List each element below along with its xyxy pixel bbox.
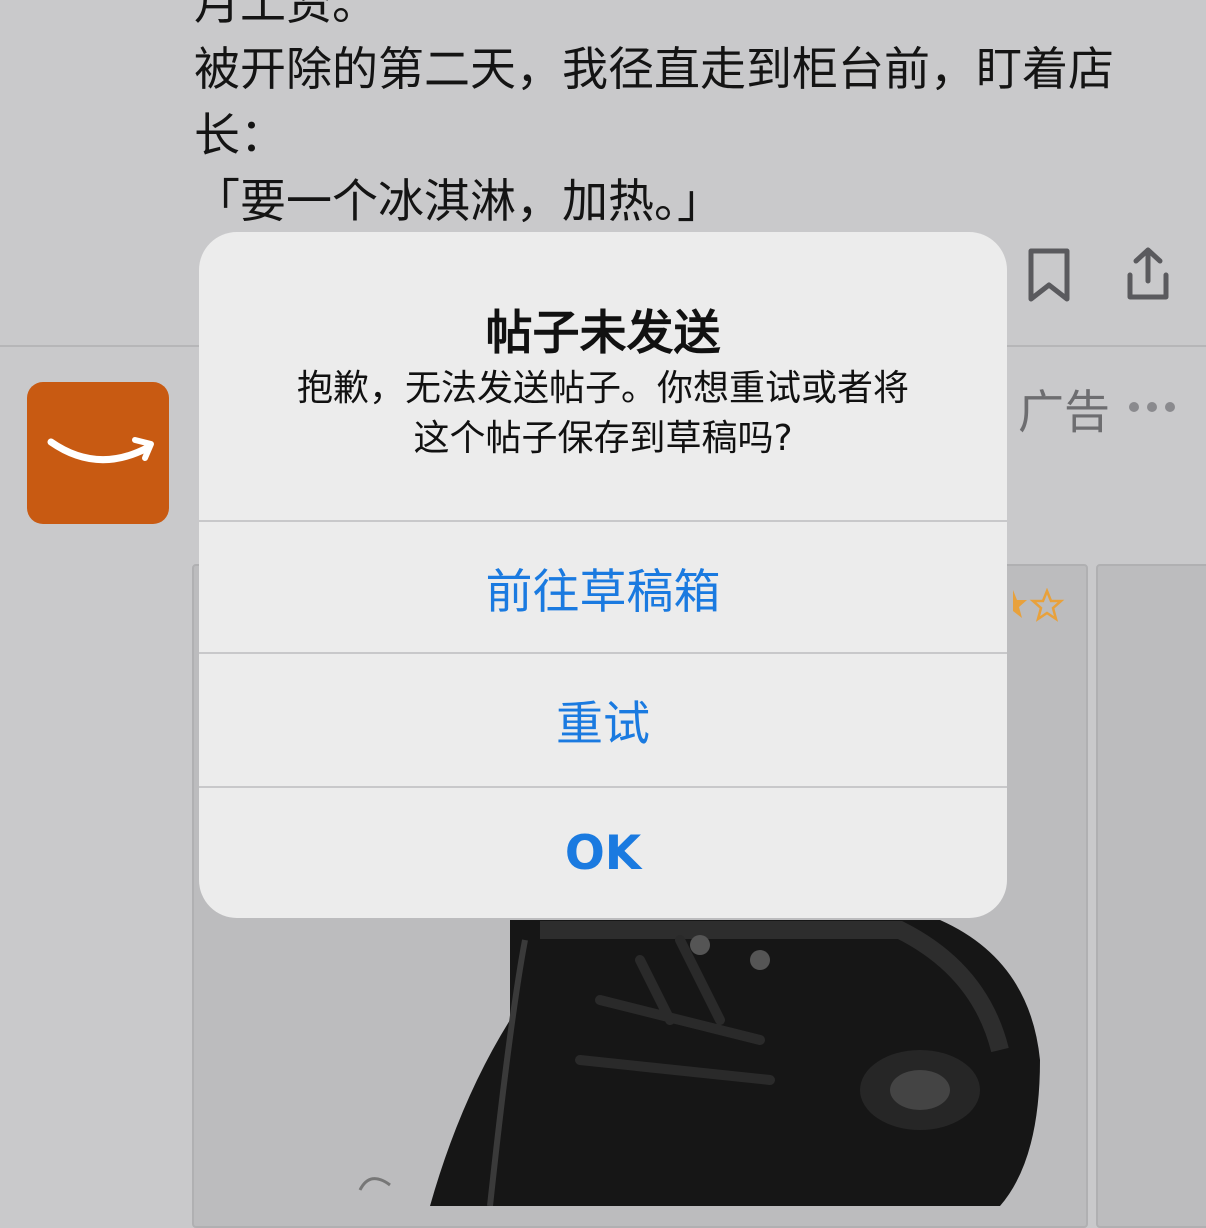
retry-button[interactable]: 重试 (199, 652, 1007, 784)
go-to-drafts-button[interactable]: 前往草稿箱 (199, 520, 1007, 652)
post-line: 长： (194, 108, 286, 162)
post-line: 月工资。 (194, 0, 378, 30)
alert-message-line: 这个帖子保存到草稿吗? (413, 418, 793, 459)
post-line: 被开除的第二天，我径直走到柜台前，盯着店 (194, 42, 1114, 96)
bookmark-icon[interactable] (1019, 245, 1079, 305)
alert-header: 帖子未发送 抱歉，无法发送帖子。你想重试或者将 这个帖子保存到草稿吗? (199, 232, 1007, 520)
shoe-product-image (340, 900, 1060, 1210)
alert-message: 抱歉，无法发送帖子。你想重试或者将 这个帖子保存到草稿吗? (249, 364, 957, 464)
more-options-icon[interactable] (1128, 398, 1176, 417)
post-not-sent-alert: 帖子未发送 抱歉，无法发送帖子。你想重试或者将 这个帖子保存到草稿吗? 前往草稿… (199, 232, 1007, 918)
post-body-text: 月工资。 被开除的第二天，我径直走到柜台前，盯着店 长： 「要一个冰淇淋，加热。… (194, 0, 1184, 234)
post-line: 「要一个冰淇淋，加热。」 (194, 174, 723, 228)
amazon-logo-avatar[interactable] (27, 382, 169, 524)
star-rating-icon (1003, 587, 1065, 626)
ad-label: 广告 (1018, 385, 1110, 439)
alert-message-line: 抱歉，无法发送帖子。你想重试或者将 (296, 368, 909, 409)
share-icon[interactable] (1118, 245, 1178, 305)
ok-button[interactable]: OK (199, 786, 1007, 918)
alert-title: 帖子未发送 (485, 306, 721, 361)
ad-product-card-next[interactable] (1096, 564, 1206, 1228)
